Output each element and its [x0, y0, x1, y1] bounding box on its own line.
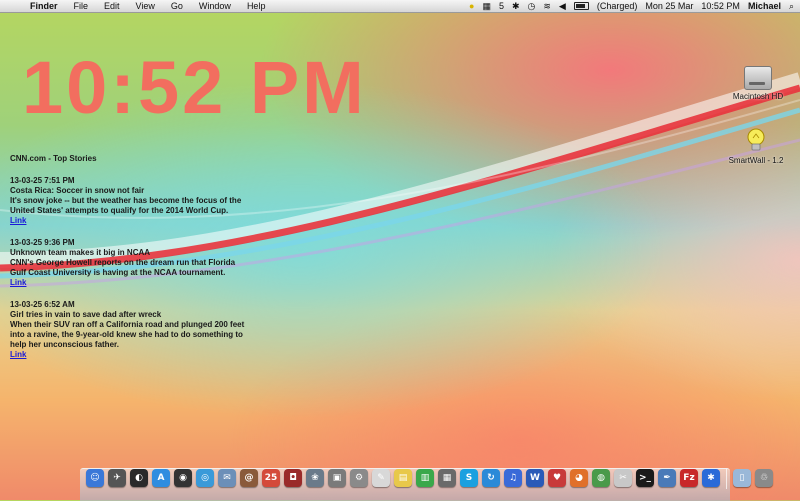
- lightbulb-status-icon[interactable]: ●: [469, 0, 474, 12]
- news-summary: It's snow joke -- but the weather has be…: [10, 196, 242, 215]
- news-feed: CNN.com - Top Stories 13-03-25 7:51 PM C…: [10, 154, 250, 372]
- news-timestamp: 13-03-25 9:36 PM: [10, 238, 75, 247]
- news-summary: CNN's George Howell reports on the dream…: [10, 258, 236, 277]
- activity-icon[interactable]: ◉: [174, 469, 192, 487]
- dock-separator: [726, 469, 727, 489]
- chrome-icon[interactable]: ◍: [592, 469, 610, 487]
- menu-window[interactable]: Window: [191, 0, 239, 12]
- news-headline: Costa Rica: Soccer in snow not fair: [10, 186, 145, 195]
- news-link[interactable]: Link: [10, 216, 250, 226]
- menu-help[interactable]: Help: [239, 0, 274, 12]
- menu-finder[interactable]: Finder: [22, 0, 66, 12]
- desktop-clock: 10:52 PM: [22, 46, 367, 129]
- bluetooth-status-icon[interactable]: ✱: [512, 0, 520, 12]
- preview-icon[interactable]: ▣: [328, 469, 346, 487]
- textedit-icon[interactable]: ✎: [372, 469, 390, 487]
- desktop-icon-label: SmartWall - 1.2: [728, 156, 784, 165]
- desktop-icon-smartwall[interactable]: SmartWall - 1.2: [721, 128, 791, 165]
- time-machine-icon[interactable]: ◷: [528, 0, 536, 12]
- news-headline: Unknown team makes it big in NCAA: [10, 248, 151, 257]
- news-story: 13-03-25 6:52 AM Girl tries in vain to s…: [10, 300, 250, 360]
- menu-extras: ● ▦ 5 ✱ ◷ ≋ ◀ (Charged) Mon 25 Mar 10:52…: [469, 0, 794, 12]
- battery-icon[interactable]: [573, 2, 589, 10]
- hard-drive-icon: [744, 66, 772, 90]
- photo-booth-icon[interactable]: ◘: [284, 469, 302, 487]
- skype-icon[interactable]: S: [460, 469, 478, 487]
- desktop-icon-label: Macintosh HD: [732, 92, 784, 101]
- numbers-icon[interactable]: ▥: [416, 469, 434, 487]
- menu-view[interactable]: View: [128, 0, 163, 12]
- bluetooth-icon[interactable]: ✱: [702, 469, 720, 487]
- mail-icon[interactable]: ✉: [218, 469, 236, 487]
- menu-go[interactable]: Go: [163, 0, 191, 12]
- news-headline: Girl tries in vain to save dad after wre…: [10, 310, 162, 319]
- menu-date[interactable]: Mon 25 Mar: [645, 0, 693, 12]
- volume-icon[interactable]: ◀: [559, 0, 566, 12]
- user-name[interactable]: Michael: [748, 0, 781, 12]
- spotlight-search-icon[interactable]: ⌕: [789, 0, 794, 12]
- itunes-icon[interactable]: ♫: [504, 469, 522, 487]
- tweet-icon[interactable]: ♥: [548, 469, 566, 487]
- menu-time[interactable]: 10:52 PM: [701, 0, 740, 12]
- terminal-icon[interactable]: >_: [636, 469, 654, 487]
- news-timestamp: 13-03-25 7:51 PM: [10, 176, 75, 185]
- clipboard-icon[interactable]: ✂: [614, 469, 632, 487]
- spaces-count: 5: [498, 1, 504, 11]
- sync-icon[interactable]: ↻: [482, 469, 500, 487]
- dock-items: ☺ ✈ ◐ A ◉ ◎ ✉ @25 ◘ ❀ ▣ ⚙ ✎ ▤ ▥ ▦ S ↻ ♫ W ♥ ◕ ◍ ✂ >_ ✒ Fz ✱ ▯ ♲: [86, 469, 773, 489]
- documents-icon[interactable]: ▯: [733, 469, 751, 487]
- word-icon[interactable]: W: [526, 469, 544, 487]
- dashboard-icon[interactable]: ◐: [130, 469, 148, 487]
- menu-bar: Finder File Edit View Go Window Help ● ▦…: [0, 0, 800, 13]
- iphoto-icon[interactable]: ❀: [306, 469, 324, 487]
- calendar-icon[interactable]: 25: [262, 469, 280, 487]
- system-prefs-icon[interactable]: ⚙: [350, 469, 368, 487]
- launchpad-icon[interactable]: ✈: [108, 469, 126, 487]
- desktop-icon-macintosh-hd[interactable]: Macintosh HD: [723, 66, 793, 101]
- xcode-icon[interactable]: ✒: [658, 469, 676, 487]
- address-book-icon[interactable]: @: [240, 469, 258, 487]
- firefox-icon[interactable]: ◕: [570, 469, 588, 487]
- safari-icon[interactable]: ◎: [196, 469, 214, 487]
- filezilla-icon[interactable]: Fz: [680, 469, 698, 487]
- trash-icon[interactable]: ♲: [755, 469, 773, 487]
- news-feed-title: CNN.com - Top Stories: [10, 154, 97, 163]
- menu-edit[interactable]: Edit: [96, 0, 128, 12]
- app-store-icon[interactable]: A: [152, 469, 170, 487]
- wifi-icon[interactable]: ≋: [543, 0, 551, 12]
- battery-status[interactable]: (Charged): [597, 0, 638, 12]
- stickies-icon[interactable]: ▤: [394, 469, 412, 487]
- keynote-icon[interactable]: ▦: [438, 469, 456, 487]
- news-timestamp: 13-03-25 6:52 AM: [10, 300, 75, 309]
- news-link[interactable]: Link: [10, 350, 250, 360]
- news-summary: When their SUV ran off a California road…: [10, 320, 245, 349]
- news-link[interactable]: Link: [10, 278, 250, 288]
- finder-icon[interactable]: ☺: [86, 469, 104, 487]
- news-story: 13-03-25 7:51 PM Costa Rica: Soccer in s…: [10, 176, 250, 226]
- news-story: 13-03-25 9:36 PM Unknown team makes it b…: [10, 238, 250, 288]
- menu-file[interactable]: File: [66, 0, 97, 12]
- lightbulb-icon: [747, 128, 765, 151]
- spaces-icon[interactable]: ▦: [482, 0, 491, 12]
